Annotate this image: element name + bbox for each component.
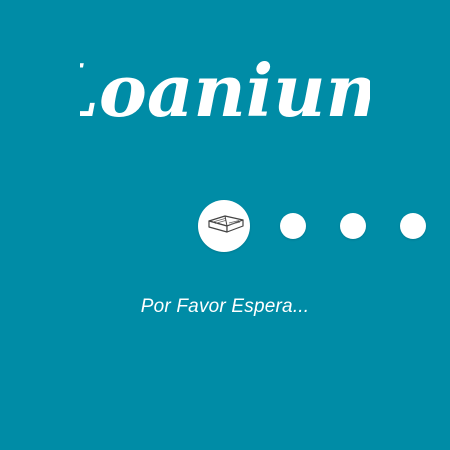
brand-logo-wordmark: Loanium <box>80 48 370 133</box>
loading-progress-indicator <box>198 200 438 252</box>
open-book-icon <box>208 215 244 233</box>
loading-step-active <box>198 200 250 252</box>
splash-screen: Loanium Por Favor Espera... <box>0 0 450 450</box>
loading-step-dot <box>400 213 426 239</box>
loading-step-dot <box>280 213 306 239</box>
loading-step-dot <box>340 213 366 239</box>
brand-name: Loanium <box>80 48 370 133</box>
brand-logo: Loanium <box>0 28 450 153</box>
loading-status-text: Por Favor Espera... <box>140 296 310 317</box>
